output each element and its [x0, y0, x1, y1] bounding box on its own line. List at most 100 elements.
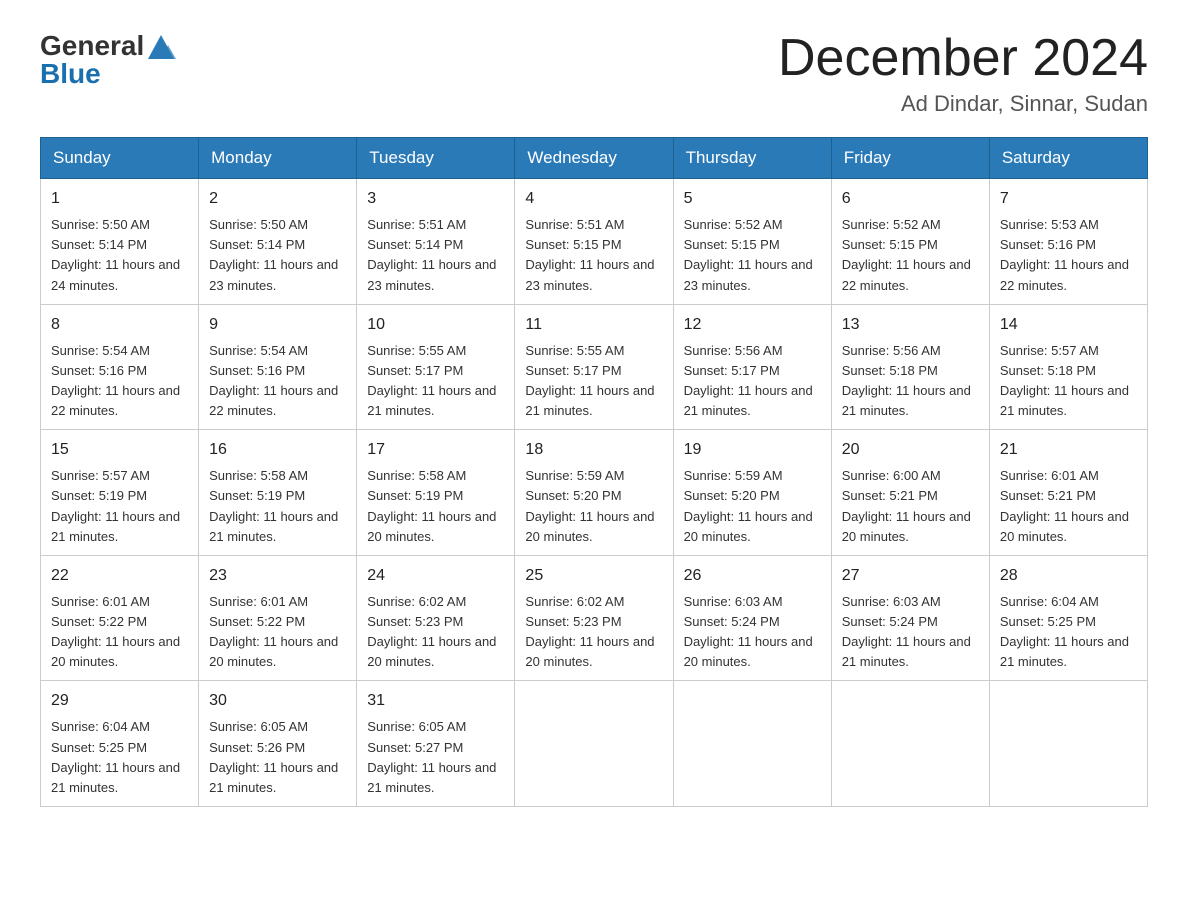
table-row: 7 Sunrise: 5:53 AMSunset: 5:16 PMDaylight…	[989, 179, 1147, 305]
day-info: Sunrise: 5:51 AMSunset: 5:14 PMDaylight:…	[367, 215, 504, 296]
day-number: 31	[367, 689, 504, 713]
day-number: 14	[1000, 313, 1137, 337]
table-row	[989, 681, 1147, 807]
col-wednesday: Wednesday	[515, 138, 673, 179]
day-number: 20	[842, 438, 979, 462]
table-row: 21 Sunrise: 6:01 AMSunset: 5:21 PMDayligh…	[989, 430, 1147, 556]
day-info: Sunrise: 5:50 AMSunset: 5:14 PMDaylight:…	[209, 215, 346, 296]
col-friday: Friday	[831, 138, 989, 179]
day-number: 25	[525, 564, 662, 588]
day-number: 1	[51, 187, 188, 211]
calendar-week-row: 22 Sunrise: 6:01 AMSunset: 5:22 PMDayligh…	[41, 555, 1148, 681]
table-row: 31Sunrise: 6:05 AMSunset: 5:27 PMDayligh…	[357, 681, 515, 807]
day-info: Sunrise: 5:59 AMSunset: 5:20 PMDaylight:…	[684, 466, 821, 547]
day-number: 15	[51, 438, 188, 462]
calendar-week-row: 1 Sunrise: 5:50 AMSunset: 5:14 PMDaylight…	[41, 179, 1148, 305]
location-title: Ad Dindar, Sinnar, Sudan	[778, 91, 1148, 117]
calendar-week-row: 15 Sunrise: 5:57 AMSunset: 5:19 PMDayligh…	[41, 430, 1148, 556]
logo-icon	[146, 31, 176, 61]
day-number: 16	[209, 438, 346, 462]
month-title: December 2024	[778, 30, 1148, 87]
table-row: 15 Sunrise: 5:57 AMSunset: 5:19 PMDayligh…	[41, 430, 199, 556]
table-row: 28Sunrise: 6:04 AMSunset: 5:25 PMDayligh…	[989, 555, 1147, 681]
day-info: Sunrise: 6:00 AMSunset: 5:21 PMDaylight:…	[842, 466, 979, 547]
day-number: 7	[1000, 187, 1137, 211]
table-row: 23Sunrise: 6:01 AMSunset: 5:22 PMDayligh…	[199, 555, 357, 681]
title-section: December 2024 Ad Dindar, Sinnar, Sudan	[778, 30, 1148, 117]
table-row: 12 Sunrise: 5:56 AMSunset: 5:17 PMDayligh…	[673, 304, 831, 430]
table-row: 10Sunrise: 5:55 AMSunset: 5:17 PMDayligh…	[357, 304, 515, 430]
table-row: 14 Sunrise: 5:57 AMSunset: 5:18 PMDayligh…	[989, 304, 1147, 430]
day-number: 10	[367, 313, 504, 337]
day-info: Sunrise: 5:59 AMSunset: 5:20 PMDaylight:…	[525, 466, 662, 547]
table-row: 4Sunrise: 5:51 AMSunset: 5:15 PMDaylight…	[515, 179, 673, 305]
day-number: 5	[684, 187, 821, 211]
day-info: Sunrise: 6:03 AMSunset: 5:24 PMDaylight:…	[684, 592, 821, 673]
logo-blue-text: Blue	[40, 58, 101, 90]
day-info: Sunrise: 6:01 AMSunset: 5:22 PMDaylight:…	[209, 592, 346, 673]
table-row: 3 Sunrise: 5:51 AMSunset: 5:14 PMDaylight…	[357, 179, 515, 305]
table-row: 26 Sunrise: 6:03 AMSunset: 5:24 PMDayligh…	[673, 555, 831, 681]
day-info: Sunrise: 5:53 AMSunset: 5:16 PMDaylight:…	[1000, 215, 1137, 296]
table-row: 27 Sunrise: 6:03 AMSunset: 5:24 PMDayligh…	[831, 555, 989, 681]
day-info: Sunrise: 5:51 AMSunset: 5:15 PMDaylight:…	[525, 215, 662, 296]
table-row: 22Sunrise: 6:01 AMSunset: 5:22 PMDayligh…	[41, 555, 199, 681]
table-row: 6Sunrise: 5:52 AMSunset: 5:15 PMDaylight…	[831, 179, 989, 305]
day-number: 11	[525, 313, 662, 337]
col-tuesday: Tuesday	[357, 138, 515, 179]
table-row	[515, 681, 673, 807]
col-sunday: Sunday	[41, 138, 199, 179]
table-row: 24 Sunrise: 6:02 AMSunset: 5:23 PMDayligh…	[357, 555, 515, 681]
table-row: 8 Sunrise: 5:54 AMSunset: 5:16 PMDaylight…	[41, 304, 199, 430]
calendar-week-row: 8 Sunrise: 5:54 AMSunset: 5:16 PMDaylight…	[41, 304, 1148, 430]
calendar-week-row: 29Sunrise: 6:04 AMSunset: 5:25 PMDayligh…	[41, 681, 1148, 807]
table-row: 17Sunrise: 5:58 AMSunset: 5:19 PMDayligh…	[357, 430, 515, 556]
table-row: 1Sunrise: 5:50 AMSunset: 5:14 PMDaylight…	[41, 179, 199, 305]
day-info: Sunrise: 6:02 AMSunset: 5:23 PMDaylight:…	[525, 592, 662, 673]
table-row: 11 Sunrise: 5:55 AMSunset: 5:17 PMDayligh…	[515, 304, 673, 430]
table-row: 2Sunrise: 5:50 AMSunset: 5:14 PMDaylight…	[199, 179, 357, 305]
day-info: Sunrise: 5:54 AMSunset: 5:16 PMDaylight:…	[51, 341, 188, 422]
day-info: Sunrise: 6:02 AMSunset: 5:23 PMDaylight:…	[367, 592, 504, 673]
day-info: Sunrise: 5:57 AMSunset: 5:18 PMDaylight:…	[1000, 341, 1137, 422]
day-info: Sunrise: 5:57 AMSunset: 5:19 PMDaylight:…	[51, 466, 188, 547]
page-header: General Blue December 2024 Ad Dindar, Si…	[40, 30, 1148, 117]
day-number: 19	[684, 438, 821, 462]
day-number: 28	[1000, 564, 1137, 588]
day-number: 8	[51, 313, 188, 337]
day-number: 22	[51, 564, 188, 588]
day-number: 29	[51, 689, 188, 713]
day-info: Sunrise: 6:01 AMSunset: 5:21 PMDaylight:…	[1000, 466, 1137, 547]
day-number: 9	[209, 313, 346, 337]
table-row	[831, 681, 989, 807]
day-number: 21	[1000, 438, 1137, 462]
calendar-header-row: Sunday Monday Tuesday Wednesday Thursday…	[41, 138, 1148, 179]
day-number: 3	[367, 187, 504, 211]
col-thursday: Thursday	[673, 138, 831, 179]
day-number: 26	[684, 564, 821, 588]
table-row: 25 Sunrise: 6:02 AMSunset: 5:23 PMDayligh…	[515, 555, 673, 681]
day-info: Sunrise: 6:03 AMSunset: 5:24 PMDaylight:…	[842, 592, 979, 673]
logo: General Blue	[40, 30, 176, 90]
day-number: 13	[842, 313, 979, 337]
table-row: 16Sunrise: 5:58 AMSunset: 5:19 PMDayligh…	[199, 430, 357, 556]
day-number: 12	[684, 313, 821, 337]
table-row: 29Sunrise: 6:04 AMSunset: 5:25 PMDayligh…	[41, 681, 199, 807]
table-row: 20 Sunrise: 6:00 AMSunset: 5:21 PMDayligh…	[831, 430, 989, 556]
calendar-table: Sunday Monday Tuesday Wednesday Thursday…	[40, 137, 1148, 807]
table-row: 13 Sunrise: 5:56 AMSunset: 5:18 PMDayligh…	[831, 304, 989, 430]
col-monday: Monday	[199, 138, 357, 179]
table-row: 9 Sunrise: 5:54 AMSunset: 5:16 PMDaylight…	[199, 304, 357, 430]
day-info: Sunrise: 5:55 AMSunset: 5:17 PMDaylight:…	[525, 341, 662, 422]
day-info: Sunrise: 5:52 AMSunset: 5:15 PMDaylight:…	[684, 215, 821, 296]
day-number: 24	[367, 564, 504, 588]
day-info: Sunrise: 5:58 AMSunset: 5:19 PMDaylight:…	[367, 466, 504, 547]
col-saturday: Saturday	[989, 138, 1147, 179]
day-info: Sunrise: 5:52 AMSunset: 5:15 PMDaylight:…	[842, 215, 979, 296]
day-info: Sunrise: 5:54 AMSunset: 5:16 PMDaylight:…	[209, 341, 346, 422]
day-info: Sunrise: 5:56 AMSunset: 5:17 PMDaylight:…	[684, 341, 821, 422]
day-info: Sunrise: 5:56 AMSunset: 5:18 PMDaylight:…	[842, 341, 979, 422]
table-row: 18Sunrise: 5:59 AMSunset: 5:20 PMDayligh…	[515, 430, 673, 556]
day-info: Sunrise: 6:05 AMSunset: 5:26 PMDaylight:…	[209, 717, 346, 798]
day-number: 27	[842, 564, 979, 588]
